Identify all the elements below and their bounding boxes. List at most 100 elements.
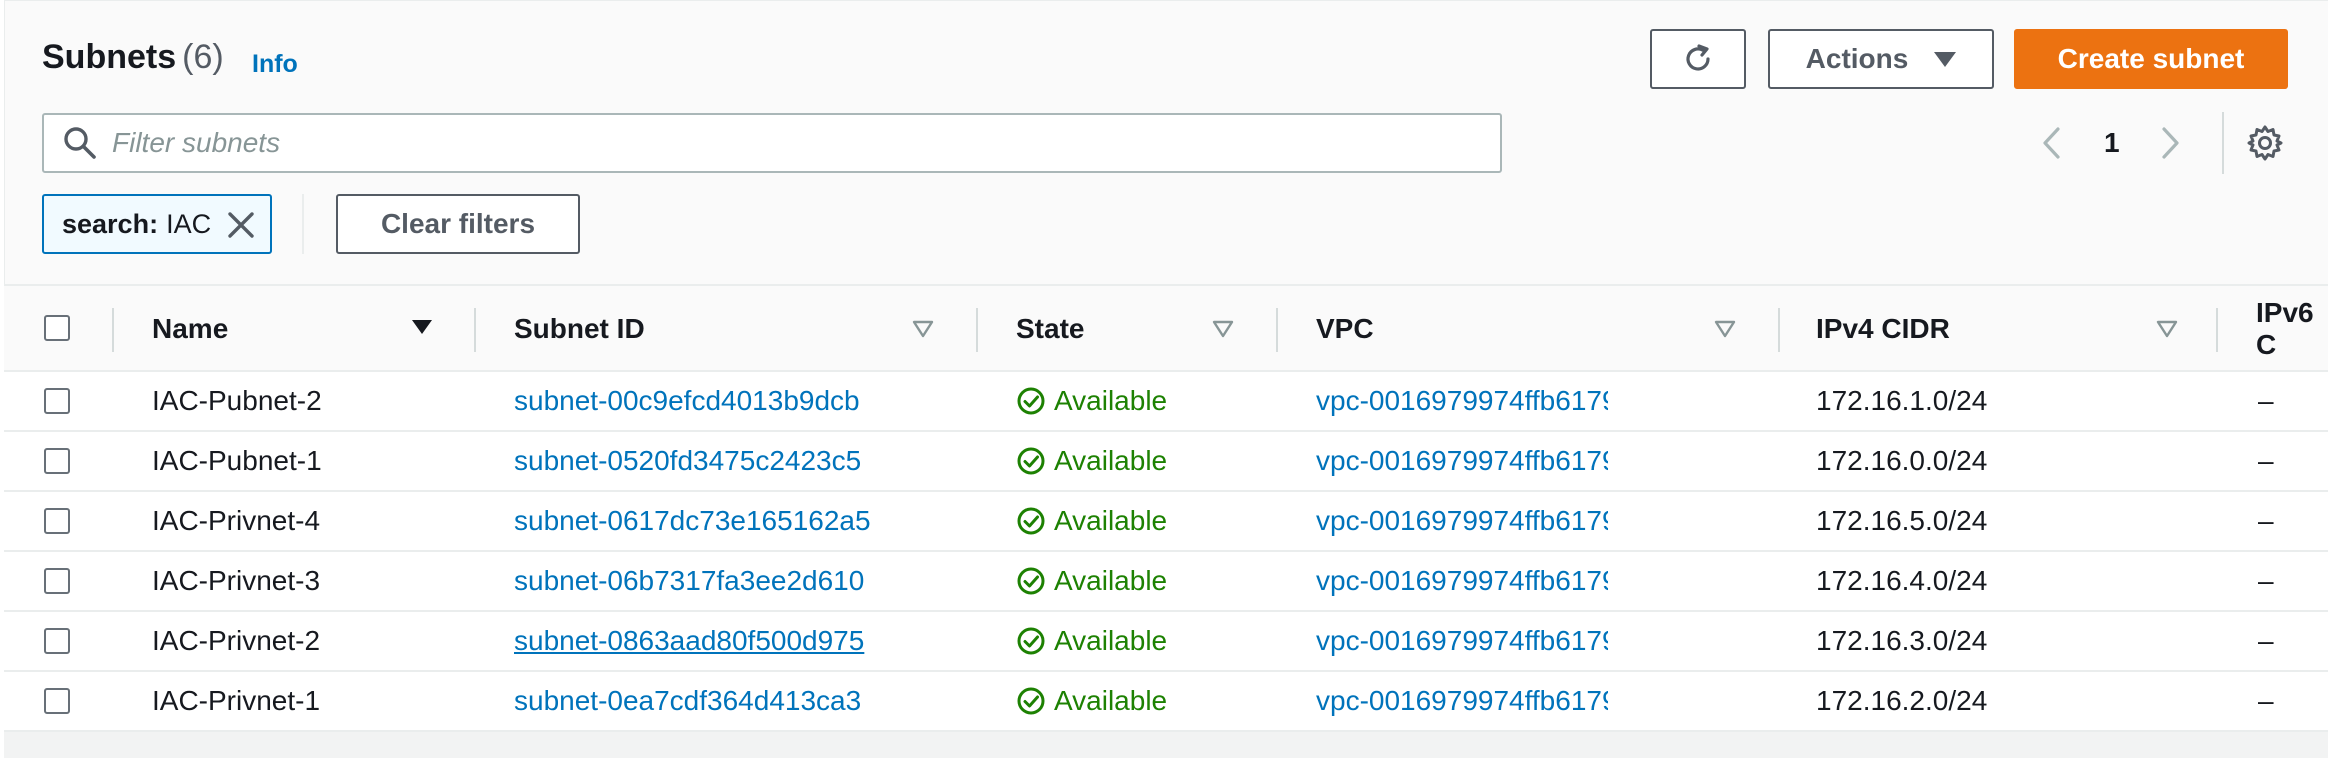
clear-filters-button[interactable]: Clear filters [336, 194, 580, 254]
vpc-link[interactable]: vpc-0016979974ffb6179 | IAC… [1316, 492, 1608, 550]
column-divider [2216, 308, 2218, 352]
column-divider [1276, 308, 1278, 352]
select-all-checkbox[interactable] [44, 315, 70, 341]
close-icon[interactable] [226, 210, 256, 240]
ipv4-cidr: 172.16.2.0/24 [1816, 685, 1988, 716]
ipv6-cidr: – [2258, 685, 2274, 716]
row-checkbox[interactable] [44, 448, 70, 474]
ipv6-cidr: – [2258, 565, 2274, 596]
check-circle-icon [1017, 507, 1045, 535]
pagination-divider [2222, 112, 2224, 174]
state-status: Available [1016, 552, 1167, 610]
info-link[interactable]: Info [252, 50, 298, 79]
row-checkbox[interactable] [44, 568, 70, 594]
table-row[interactable]: IAC-Pubnet-2 subnet-00c9efcd4013b9dcb Av… [4, 372, 2328, 432]
subnet-name: IAC-Privnet-3 [152, 565, 321, 596]
token-divider [302, 194, 304, 254]
column-header-subnet-id[interactable]: Subnet ID [514, 286, 645, 372]
state-status: Available [1016, 672, 1167, 730]
gear-icon [2247, 125, 2283, 161]
subnet-id-link[interactable]: subnet-06b7317fa3ee2d610 [514, 552, 864, 610]
state-label: Available [1054, 685, 1168, 716]
check-circle-icon [1017, 387, 1045, 415]
column-header-vpc[interactable]: VPC [1316, 286, 1374, 372]
actions-dropdown[interactable]: Actions [1768, 29, 1994, 89]
search-icon [64, 127, 96, 159]
page-title: Subnets (6) [42, 38, 224, 77]
sort-icon[interactable] [1714, 320, 1736, 338]
next-page-button[interactable] [2158, 118, 2182, 168]
check-circle-icon [1017, 687, 1045, 715]
table-row[interactable]: IAC-Privnet-2 subnet-0863aad80f500d975 A… [4, 612, 2328, 672]
vpc-link[interactable]: vpc-0016979974ffb6179 | IAC… [1316, 672, 1608, 730]
table-body: IAC-Pubnet-2 subnet-00c9efcd4013b9dcb Av… [4, 372, 2328, 732]
state-status: Available [1016, 372, 1167, 430]
chevron-left-icon [2043, 127, 2060, 159]
refresh-button[interactable] [1650, 29, 1746, 89]
previous-page-button[interactable] [2040, 118, 2064, 168]
row-checkbox[interactable] [44, 388, 70, 414]
subnet-name: IAC-Privnet-4 [152, 505, 321, 536]
table-row[interactable]: IAC-Privnet-3 subnet-06b7317fa3ee2d610 A… [4, 552, 2328, 612]
subnet-name: IAC-Pubnet-1 [152, 445, 322, 476]
column-divider [112, 308, 114, 352]
column-header-ipv6-cidr[interactable]: IPv6 C [2256, 286, 2328, 372]
row-checkbox[interactable] [44, 508, 70, 534]
caret-down-icon [1934, 51, 1957, 67]
sort-icon[interactable] [1212, 320, 1234, 338]
subnet-name: IAC-Privnet-1 [152, 685, 321, 716]
column-divider [1778, 308, 1780, 352]
check-circle-icon [1017, 627, 1045, 655]
table-row[interactable]: IAC-Privnet-1 subnet-0ea7cdf364d413ca3 A… [4, 672, 2328, 732]
column-header-state[interactable]: State [1016, 286, 1084, 372]
vpc-link[interactable]: vpc-0016979974ffb6179 | IAC… [1316, 612, 1608, 670]
table-row[interactable]: IAC-Privnet-4 subnet-0617dc73e165162a5 A… [4, 492, 2328, 552]
actions-label: Actions [1805, 43, 1909, 74]
subnet-id-link[interactable]: subnet-0ea7cdf364d413ca3 [514, 672, 861, 730]
state-label: Available [1054, 625, 1168, 656]
filter-box [42, 113, 1502, 173]
filter-input[interactable] [112, 127, 1472, 159]
ipv4-cidr: 172.16.1.0/24 [1816, 385, 1988, 416]
sort-descending-icon[interactable] [412, 320, 432, 334]
column-header-ipv4-cidr[interactable]: IPv4 CIDR [1816, 286, 1950, 372]
check-circle-icon [1017, 567, 1045, 595]
title-text: Subnets [42, 38, 177, 76]
vpc-link[interactable]: vpc-0016979974ffb6179 | IAC… [1316, 432, 1608, 490]
current-page-number[interactable]: 1 [2104, 118, 2120, 168]
vpc-link[interactable]: vpc-0016979974ffb6179 | IAC… [1316, 552, 1608, 610]
vpc-link[interactable]: vpc-0016979974ffb6179 | IAC… [1316, 372, 1608, 430]
row-checkbox[interactable] [44, 688, 70, 714]
create-subnet-button[interactable]: Create subnet [2014, 29, 2288, 89]
column-divider [474, 308, 476, 352]
state-label: Available [1054, 505, 1168, 536]
row-checkbox[interactable] [44, 628, 70, 654]
subnet-id-link[interactable]: subnet-0863aad80f500d975 [514, 612, 864, 670]
ipv4-cidr: 172.16.0.0/24 [1816, 445, 1988, 476]
filter-token: search: IAC [42, 194, 272, 254]
state-status: Available [1016, 612, 1167, 670]
ipv4-cidr: 172.16.4.0/24 [1816, 565, 1988, 596]
state-status: Available [1016, 492, 1167, 550]
state-status: Available [1016, 432, 1167, 490]
chevron-right-icon [2162, 127, 2179, 159]
sort-icon[interactable] [2156, 320, 2178, 338]
refresh-icon [1686, 44, 1710, 71]
table-row[interactable]: IAC-Pubnet-1 subnet-0520fd3475c2423c5 Av… [4, 432, 2328, 492]
table-footer [4, 732, 2328, 758]
token-value: IAC [166, 208, 212, 239]
column-header-name[interactable]: Name [152, 286, 228, 372]
preferences-button[interactable] [2246, 118, 2284, 168]
ipv4-cidr: 172.16.5.0/24 [1816, 505, 1988, 536]
column-divider [976, 308, 978, 352]
subnet-name: IAC-Pubnet-2 [152, 385, 322, 416]
subnet-id-link[interactable]: subnet-00c9efcd4013b9dcb [514, 372, 860, 430]
ipv4-cidr: 172.16.3.0/24 [1816, 625, 1988, 656]
sort-icon[interactable] [912, 320, 934, 338]
subnet-id-link[interactable]: subnet-0617dc73e165162a5 [514, 492, 871, 550]
subnet-count: (6) [182, 38, 224, 76]
subnet-id-link[interactable]: subnet-0520fd3475c2423c5 [514, 432, 861, 490]
table-header: Name Subnet ID State VPC IPv4 CIDR IPv6 … [4, 284, 2328, 372]
token-key: search: [62, 208, 159, 239]
check-circle-icon [1017, 447, 1045, 475]
